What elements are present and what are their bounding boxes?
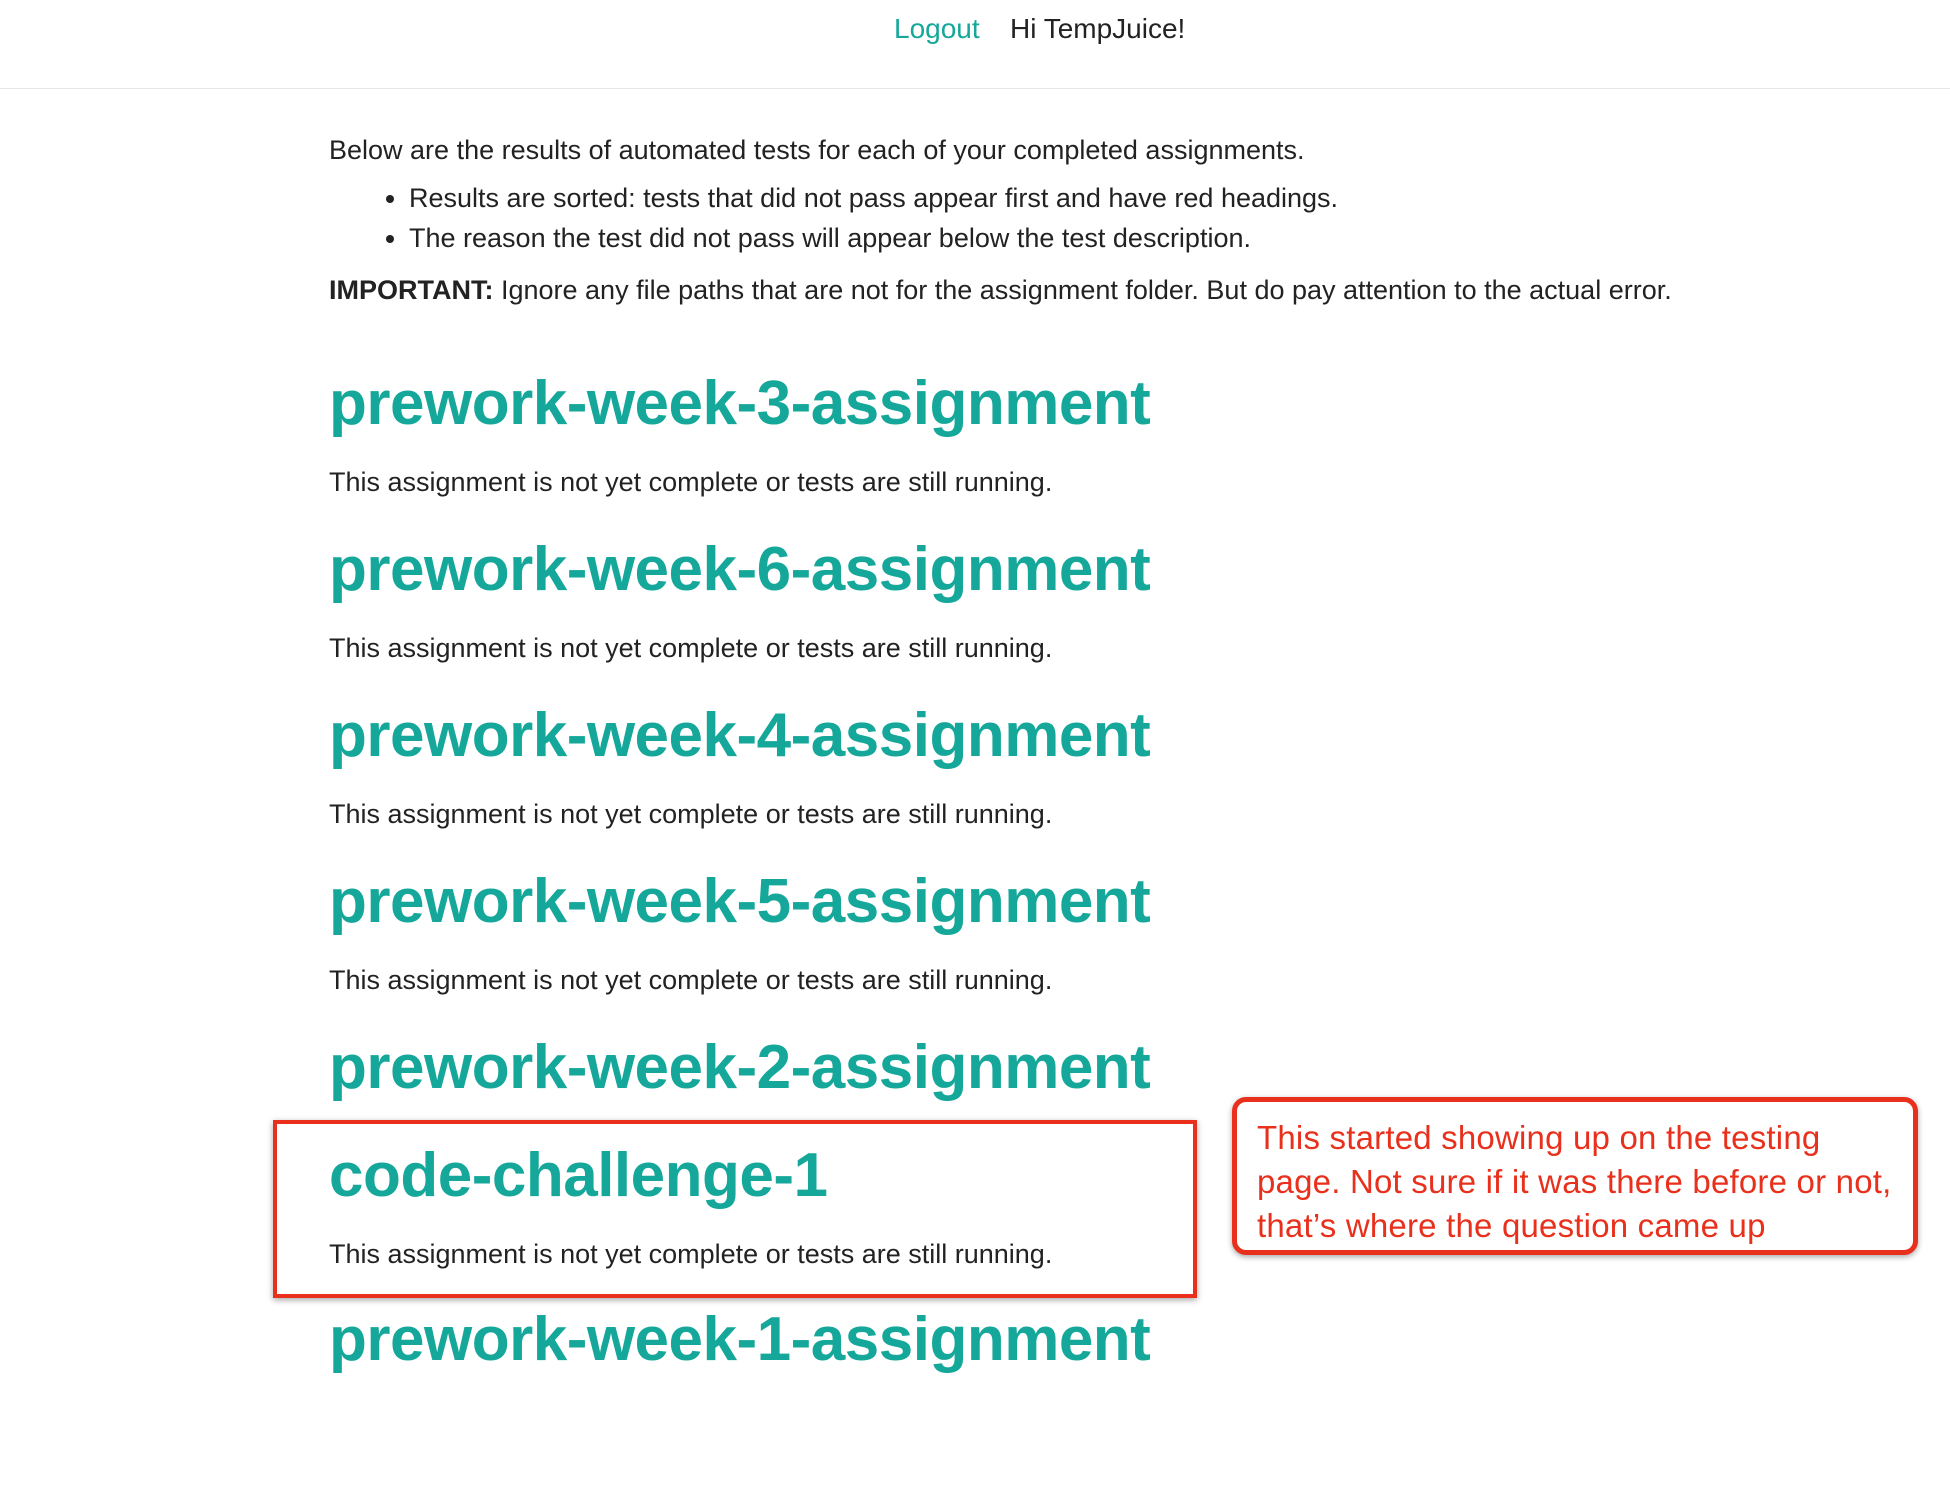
intro-note: Results are sorted: tests that did not p…: [409, 178, 1779, 218]
assignment-title: prework-week-6-assignment: [329, 535, 1151, 604]
assignment-title: prework-week-5-assignment: [329, 867, 1151, 936]
important-text: Ignore any file paths that are not for t…: [493, 275, 1672, 305]
intro-note: The reason the test did not pass will ap…: [409, 218, 1779, 258]
assignment-section: prework-week-2-assignment: [329, 1032, 1151, 1104]
annotation-callout-text: This started showing up on the testing p…: [1257, 1119, 1892, 1244]
intro-section: Below are the results of automated tests…: [329, 130, 1779, 310]
annotation-highlight-box: [273, 1120, 1197, 1298]
logout-link[interactable]: Logout: [894, 12, 980, 46]
assignment-title: prework-week-1-assignment: [329, 1305, 1151, 1374]
assignment-section: prework-week-1-assignment: [329, 1304, 1151, 1376]
intro-notes-list: Results are sorted: tests that did not p…: [329, 178, 1779, 258]
assignment-section: prework-week-3-assignment This assignmen…: [329, 368, 1151, 502]
important-notice: IMPORTANT: Ignore any file paths that ar…: [329, 270, 1779, 310]
assignment-section: prework-week-4-assignment This assignmen…: [329, 700, 1151, 834]
user-greeting: Hi TempJuice!: [1010, 13, 1186, 44]
important-label: IMPORTANT:: [329, 275, 494, 305]
top-navigation-bar: Logout Hi TempJuice!: [0, 0, 1950, 89]
assignment-status: This assignment is not yet complete or t…: [329, 799, 1053, 829]
assignment-status: This assignment is not yet complete or t…: [329, 965, 1053, 995]
assignment-section: prework-week-5-assignment This assignmen…: [329, 866, 1151, 1000]
assignment-section: prework-week-6-assignment This assignmen…: [329, 534, 1151, 668]
assignment-title: prework-week-4-assignment: [329, 701, 1151, 770]
assignment-status: This assignment is not yet complete or t…: [329, 467, 1053, 497]
assignment-status: This assignment is not yet complete or t…: [329, 633, 1053, 663]
intro-text: Below are the results of automated tests…: [329, 135, 1305, 165]
assignment-title: prework-week-3-assignment: [329, 369, 1151, 438]
annotation-callout: This started showing up on the testing p…: [1232, 1097, 1918, 1255]
assignment-title: prework-week-2-assignment: [329, 1033, 1151, 1102]
